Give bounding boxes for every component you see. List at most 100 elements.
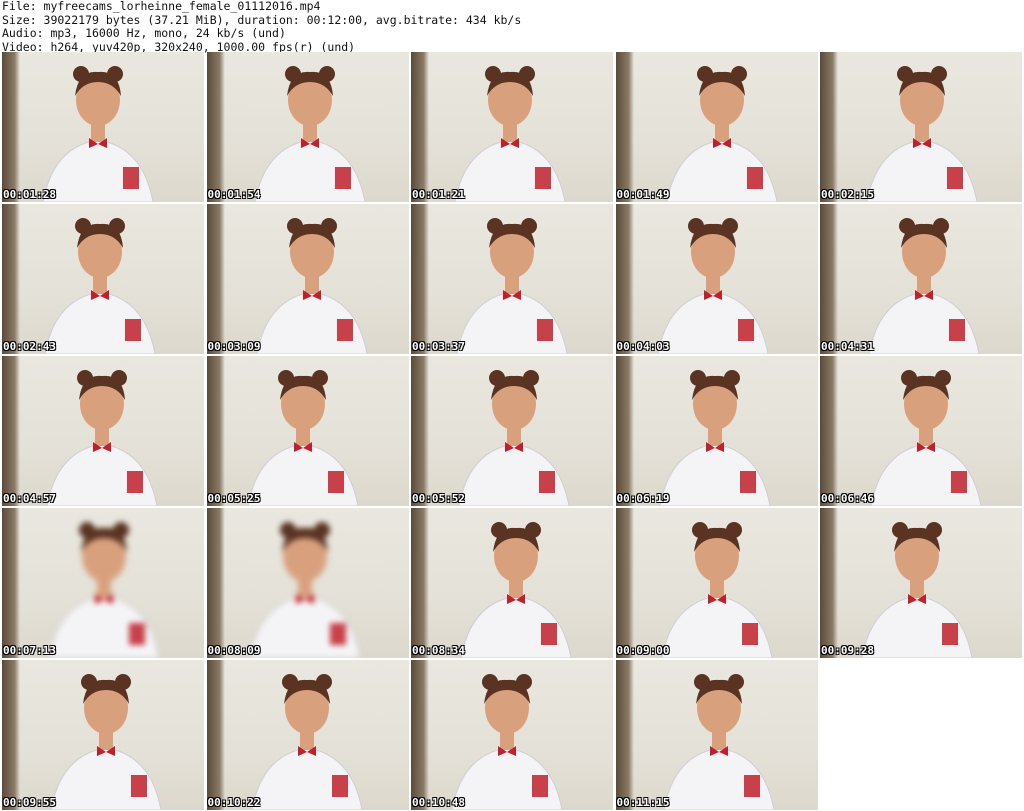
thumbnail-timestamp: 00:01:21 bbox=[412, 188, 465, 201]
wall-edge bbox=[2, 356, 20, 506]
video-thumbnail[interactable]: 00:02:43 bbox=[2, 204, 204, 354]
person-figure bbox=[866, 66, 978, 202]
wall-edge bbox=[615, 52, 634, 202]
wall-edge bbox=[820, 356, 838, 506]
person-figure bbox=[456, 218, 568, 354]
wall-edge bbox=[411, 660, 429, 810]
person-figure bbox=[458, 370, 570, 506]
video-thumbnail[interactable]: 00:01:21 bbox=[411, 52, 613, 202]
person-figure bbox=[255, 218, 368, 354]
wall-edge bbox=[615, 356, 634, 506]
thumbnail-timestamp: 00:05:52 bbox=[412, 492, 465, 505]
thumbnail-timestamp: 00:01:28 bbox=[3, 188, 56, 201]
empty-grid-cell bbox=[820, 660, 1022, 810]
thumbnail-timestamp: 00:02:43 bbox=[3, 340, 56, 353]
thumbnail-timestamp: 00:09:28 bbox=[821, 644, 874, 657]
wall-edge bbox=[411, 204, 429, 354]
person-figure bbox=[246, 370, 359, 506]
wall-edge bbox=[615, 204, 634, 354]
person-figure bbox=[861, 522, 973, 658]
person-figure bbox=[42, 66, 154, 202]
person-figure bbox=[660, 522, 773, 658]
video-thumbnail[interactable]: 00:07:13 bbox=[2, 508, 204, 658]
thumbnail-timestamp: 00:07:13 bbox=[3, 644, 56, 657]
video-thumbnail[interactable]: 00:01:49 bbox=[615, 52, 818, 202]
video-thumbnail[interactable]: 00:08:34 bbox=[411, 508, 613, 658]
wall-edge bbox=[206, 52, 225, 202]
thumbnail-timestamp: 00:10:48 bbox=[412, 796, 465, 809]
wall-edge bbox=[615, 508, 634, 658]
person-figure bbox=[44, 218, 156, 354]
thumbnail-timestamp: 00:08:09 bbox=[207, 644, 261, 657]
wall-edge bbox=[206, 660, 225, 810]
thumbnail-timestamp: 00:06:19 bbox=[616, 492, 670, 505]
video-thumbnail[interactable]: 00:06:46 bbox=[820, 356, 1022, 506]
wall-edge bbox=[411, 508, 429, 658]
video-thumbnail[interactable]: 00:03:37 bbox=[411, 204, 613, 354]
person-figure bbox=[662, 674, 775, 810]
thumbnail-timestamp: 00:02:15 bbox=[821, 188, 874, 201]
thumbnail-grid: 00:01:28 00:01:54 00:01:21 00:01:49 00:02:15… bbox=[2, 52, 1022, 810]
wall-edge bbox=[206, 204, 225, 354]
person-figure bbox=[454, 66, 566, 202]
person-figure bbox=[50, 674, 162, 810]
video-thumbnail[interactable]: 00:04:57 bbox=[2, 356, 204, 506]
person-figure bbox=[665, 66, 778, 202]
thumbnail-timestamp: 00:01:49 bbox=[616, 188, 670, 201]
video-thumbnail[interactable]: 00:02:15 bbox=[820, 52, 1022, 202]
thumbnail-timestamp: 00:04:31 bbox=[821, 340, 874, 353]
video-thumbnail[interactable]: 00:10:22 bbox=[206, 660, 409, 810]
video-thumbnail[interactable]: 00:06:19 bbox=[615, 356, 818, 506]
person-figure bbox=[656, 218, 769, 354]
person-figure bbox=[48, 522, 160, 658]
video-thumbnail[interactable]: 00:05:52 bbox=[411, 356, 613, 506]
wall-edge bbox=[411, 52, 429, 202]
video-thumbnail[interactable]: 00:01:54 bbox=[206, 52, 409, 202]
thumbnail-timestamp: 00:03:09 bbox=[207, 340, 261, 353]
video-thumbnail[interactable]: 00:04:31 bbox=[820, 204, 1022, 354]
video-thumbnail[interactable]: 00:11:15 bbox=[615, 660, 818, 810]
person-figure bbox=[46, 370, 158, 506]
wall-edge bbox=[615, 660, 634, 810]
person-figure bbox=[253, 66, 366, 202]
wall-edge bbox=[411, 356, 429, 506]
thumbnail-timestamp: 00:06:46 bbox=[821, 492, 874, 505]
wall-edge bbox=[820, 508, 838, 658]
video-thumbnail[interactable]: 00:04:03 bbox=[615, 204, 818, 354]
person-figure bbox=[658, 370, 771, 506]
file-name: File: myfreecams_lorheinne_female_011120… bbox=[2, 0, 321, 13]
file-size: Size: 39022179 bytes (37.21 MiB), durati… bbox=[2, 12, 522, 27]
wall-edge bbox=[2, 52, 20, 202]
video-thumbnail[interactable]: 00:09:28 bbox=[820, 508, 1022, 658]
video-thumbnail[interactable]: 00:03:09 bbox=[206, 204, 409, 354]
thumbnail-timestamp: 00:03:37 bbox=[412, 340, 465, 353]
wall-edge bbox=[206, 508, 225, 658]
video-thumbnail[interactable]: 00:01:28 bbox=[2, 52, 204, 202]
thumbnail-timestamp: 00:09:00 bbox=[616, 644, 670, 657]
thumbnail-timestamp: 00:01:54 bbox=[207, 188, 261, 201]
video-thumbnail[interactable]: 00:05:25 bbox=[206, 356, 409, 506]
person-figure bbox=[451, 674, 563, 810]
wall-edge bbox=[820, 204, 838, 354]
person-figure bbox=[870, 370, 982, 506]
thumbnail-timestamp: 00:08:34 bbox=[412, 644, 465, 657]
wall-edge bbox=[2, 660, 20, 810]
wall-edge bbox=[2, 204, 20, 354]
thumbnail-timestamp: 00:11:15 bbox=[616, 796, 670, 809]
thumbnail-timestamp: 00:04:03 bbox=[616, 340, 670, 353]
wall-edge bbox=[820, 52, 838, 202]
person-figure bbox=[460, 522, 572, 658]
wall-edge bbox=[206, 356, 225, 506]
person-figure bbox=[248, 522, 361, 658]
thumbnail-timestamp: 00:05:25 bbox=[207, 492, 261, 505]
thumbnail-timestamp: 00:09:55 bbox=[3, 796, 56, 809]
video-thumbnail[interactable]: 00:09:55 bbox=[2, 660, 204, 810]
video-thumbnail[interactable]: 00:10:48 bbox=[411, 660, 613, 810]
audio-info: Audio: mp3, 16000 Hz, mono, 24 kb/s (und… bbox=[2, 26, 286, 40]
video-thumbnail[interactable]: 00:08:09 bbox=[206, 508, 409, 658]
thumbnail-timestamp: 00:10:22 bbox=[207, 796, 261, 809]
wall-edge bbox=[2, 508, 20, 658]
video-thumbnail[interactable]: 00:09:00 bbox=[615, 508, 818, 658]
person-figure bbox=[250, 674, 363, 810]
person-figure bbox=[868, 218, 980, 354]
